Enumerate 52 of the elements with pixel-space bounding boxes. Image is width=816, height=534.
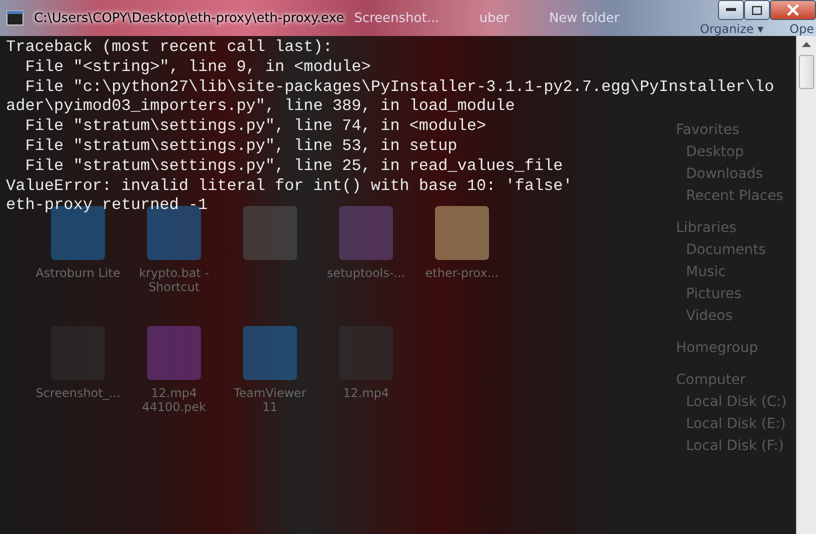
desktop-label: 12.mp4 44100.pek <box>141 386 207 414</box>
scroll-thumb[interactable] <box>799 55 814 89</box>
nav-item[interactable]: Favorites <box>646 122 796 138</box>
window-title: C:\Users\COPY\Desktop\eth-proxy\eth-proxy.exe <box>34 10 344 26</box>
console-line: eth-proxy returned -1 <box>6 196 208 216</box>
nav-item[interactable]: Documents <box>646 242 796 258</box>
nav-item[interactable]: Local Disk (C:) <box>646 394 796 410</box>
console-line: ValueError: invalid literal for int() with base 10: 'false' <box>6 176 572 196</box>
desktop-file-icon[interactable] <box>339 206 393 260</box>
nav-item[interactable]: Downloads <box>646 166 796 182</box>
nav-item[interactable]: Homegroup <box>646 340 796 356</box>
console-line: Traceback (most recent call last): <box>6 38 332 58</box>
close-button[interactable] <box>770 0 816 20</box>
nav-item[interactable]: Recent Places <box>646 188 796 204</box>
nav-item[interactable]: Local Disk (F:) <box>646 438 796 454</box>
desktop-label: TeamViewer 11 <box>232 386 308 414</box>
desktop-label: 12.mp4 <box>342 386 390 400</box>
nav-item[interactable]: Music <box>646 264 796 280</box>
nav-item[interactable]: Libraries <box>646 220 796 236</box>
maximize-button[interactable] <box>744 0 770 20</box>
desktop-file-icon[interactable] <box>243 206 297 260</box>
desktop-label: Screenshot_... <box>35 386 121 400</box>
console-line: File "stratum\settings.py", line 25, in read_values_file <box>24 156 563 177</box>
desktop-label: uber <box>479 10 510 26</box>
desktop-file-icon[interactable] <box>435 206 489 260</box>
desktop-label: setuptools-... <box>326 266 406 280</box>
scrollbar[interactable] <box>796 36 816 534</box>
minimize-icon <box>726 8 736 12</box>
desktop-file-icon[interactable] <box>147 326 201 380</box>
nav-item[interactable]: Local Disk (E:) <box>646 416 796 432</box>
desktop-label: New folder <box>549 10 620 26</box>
nav-item[interactable]: Videos <box>646 308 796 324</box>
toolbar-item[interactable]: Organize ▾ <box>700 22 764 36</box>
console-line: File "c:\python27\lib\site-packages\PyInstaller-3.1.1-py2.7.egg\PyInstaller\lo <box>24 78 774 98</box>
console-line: ader\pyimod03_importers.py", line 389, in load_module <box>6 97 515 118</box>
close-icon <box>787 4 799 16</box>
nav-item[interactable]: Pictures <box>646 286 796 302</box>
nav-item[interactable]: Desktop <box>646 144 796 160</box>
console-line: File "<string>", line 9, in <module> <box>24 58 371 78</box>
desktop-label: krypto.bat - Shortcut <box>138 266 210 294</box>
nav-item[interactable]: Computer <box>646 372 796 388</box>
desktop-file-icon[interactable] <box>243 326 297 380</box>
console-icon <box>6 9 24 27</box>
scroll-up-icon[interactable] <box>802 42 811 47</box>
console-line: File "stratum\settings.py", line 74, in <module> <box>24 117 486 137</box>
console-line: File "stratum\settings.py", line 53, in setup <box>24 136 458 157</box>
minimize-button[interactable] <box>718 0 744 20</box>
maximize-icon <box>752 6 762 14</box>
desktop-label: ether-prox... <box>424 266 500 280</box>
desktop-label: Screenshot... <box>354 10 440 26</box>
desktop-label: Astroburn Lite <box>35 266 121 280</box>
toolbar-item[interactable]: Ope <box>790 22 814 36</box>
